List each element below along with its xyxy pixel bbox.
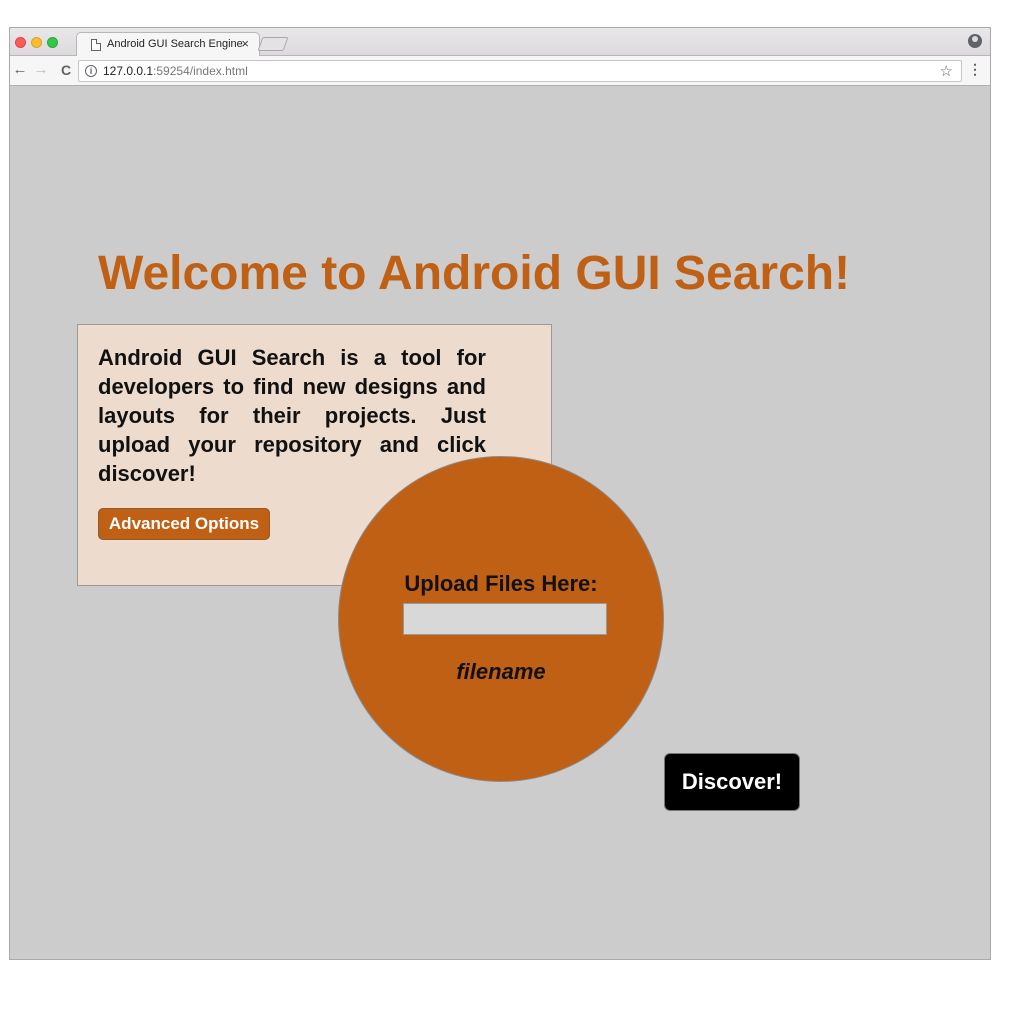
new-tab-button[interactable] (257, 37, 289, 51)
address-toolbar: ← → C i 127.0.0.1:59254/index.html ☆ ⋮ (10, 56, 990, 86)
address-bar[interactable]: i 127.0.0.1:59254/index.html ☆ (78, 60, 962, 82)
reload-icon[interactable]: C (58, 62, 74, 78)
forward-arrow-icon[interactable]: → (33, 61, 49, 78)
discover-button[interactable]: Discover! (664, 753, 800, 811)
url-path: :59254/index.html (153, 64, 248, 78)
page-icon (91, 39, 101, 51)
page-content: Welcome to Android GUI Search! Android G… (10, 86, 990, 959)
tab-active[interactable]: Android GUI Search Engine × (76, 32, 260, 57)
kebab-menu-icon[interactable]: ⋮ (968, 61, 982, 78)
url-host: 127.0.0.1 (103, 64, 154, 78)
info-icon[interactable]: i (85, 65, 97, 77)
tab-strip: Android GUI Search Engine × (10, 28, 990, 57)
tab-close-icon[interactable]: × (241, 36, 249, 51)
window-minimize-button[interactable] (31, 37, 42, 48)
window-close-button[interactable] (15, 37, 26, 48)
bookmark-star-icon[interactable]: ☆ (940, 62, 953, 80)
file-upload-input[interactable] (403, 603, 607, 635)
window-maximize-button[interactable] (47, 37, 58, 48)
upload-label: Upload Files Here: (404, 571, 598, 596)
back-arrow-icon[interactable]: ← (12, 61, 28, 78)
filename-text: filename (456, 659, 546, 684)
browser-window: Android GUI Search Engine × ← → C i 127.… (9, 27, 991, 960)
profile-icon[interactable] (968, 34, 982, 48)
tab-title: Android GUI Search Engine (107, 38, 243, 50)
advanced-options-button[interactable]: Advanced Options (98, 508, 270, 540)
description-text: Android GUI Search is a tool for develop… (98, 345, 486, 486)
upload-circle: Upload Files Here: filename (338, 456, 664, 782)
page-title: Welcome to Android GUI Search! (98, 247, 851, 300)
url-text[interactable]: 127.0.0.1:59254/index.html (103, 64, 248, 78)
